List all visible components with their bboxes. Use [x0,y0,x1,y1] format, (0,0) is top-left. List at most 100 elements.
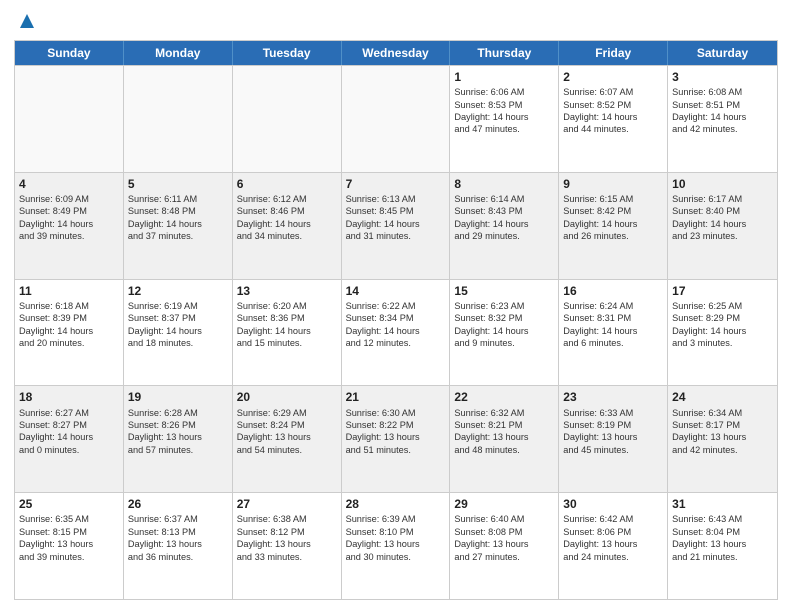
day-header-sunday: Sunday [15,41,124,65]
calendar-header: SundayMondayTuesdayWednesdayThursdayFrid… [15,41,777,65]
calendar-row-5: 25Sunrise: 6:35 AM Sunset: 8:15 PM Dayli… [15,492,777,599]
calendar-cell: 4Sunrise: 6:09 AM Sunset: 8:49 PM Daylig… [15,173,124,279]
day-info: Sunrise: 6:42 AM Sunset: 8:06 PM Dayligh… [563,513,663,563]
calendar-row-1: 1Sunrise: 6:06 AM Sunset: 8:53 PM Daylig… [15,65,777,172]
day-number: 30 [563,496,663,512]
day-number: 10 [672,176,773,192]
calendar: SundayMondayTuesdayWednesdayThursdayFrid… [14,40,778,600]
day-number: 11 [19,283,119,299]
day-info: Sunrise: 6:30 AM Sunset: 8:22 PM Dayligh… [346,407,446,457]
calendar-cell: 12Sunrise: 6:19 AM Sunset: 8:37 PM Dayli… [124,280,233,386]
page-container: SundayMondayTuesdayWednesdayThursdayFrid… [0,0,792,612]
day-header-wednesday: Wednesday [342,41,451,65]
day-number: 21 [346,389,446,405]
calendar-cell: 28Sunrise: 6:39 AM Sunset: 8:10 PM Dayli… [342,493,451,599]
day-number: 31 [672,496,773,512]
calendar-cell: 18 Sunrise: 6:27 AM Sunset: 8:27 PM Dayli… [15,386,124,492]
day-info: Sunrise: 6:34 AM Sunset: 8:17 PM Dayligh… [672,407,773,457]
calendar-cell: 22 Sunrise: 6:32 AM Sunset: 8:21 PM Dayli… [450,386,559,492]
calendar-cell: 30Sunrise: 6:42 AM Sunset: 8:06 PM Dayli… [559,493,668,599]
day-number: 24 [672,389,773,405]
calendar-cell: 20Sunrise: 6:29 AM Sunset: 8:24 PM Dayli… [233,386,342,492]
calendar-cell: 21 Sunrise: 6:30 AM Sunset: 8:22 PM Dayli… [342,386,451,492]
day-number: 23 [563,389,663,405]
day-number: 27 [237,496,337,512]
day-number: 17 [672,283,773,299]
calendar-cell: 13Sunrise: 6:20 AM Sunset: 8:36 PM Dayli… [233,280,342,386]
calendar-row-3: 11Sunrise: 6:18 AM Sunset: 8:39 PM Dayli… [15,279,777,386]
calendar-cell: 17Sunrise: 6:25 AM Sunset: 8:29 PM Dayli… [668,280,777,386]
day-header-saturday: Saturday [668,41,777,65]
page-header [14,12,778,32]
day-header-friday: Friday [559,41,668,65]
calendar-cell: 31Sunrise: 6:43 AM Sunset: 8:04 PM Dayli… [668,493,777,599]
day-info: Sunrise: 6:19 AM Sunset: 8:37 PM Dayligh… [128,300,228,350]
day-number: 28 [346,496,446,512]
calendar-cell: 8Sunrise: 6:14 AM Sunset: 8:43 PM Daylig… [450,173,559,279]
calendar-cell: 7Sunrise: 6:13 AM Sunset: 8:45 PM Daylig… [342,173,451,279]
day-info: Sunrise: 6:32 AM Sunset: 8:21 PM Dayligh… [454,407,554,457]
calendar-row-2: 4Sunrise: 6:09 AM Sunset: 8:49 PM Daylig… [15,172,777,279]
day-number: 7 [346,176,446,192]
day-number: 22 [454,389,554,405]
day-number: 29 [454,496,554,512]
day-info: Sunrise: 6:20 AM Sunset: 8:36 PM Dayligh… [237,300,337,350]
calendar-cell: 1Sunrise: 6:06 AM Sunset: 8:53 PM Daylig… [450,66,559,172]
day-info: Sunrise: 6:22 AM Sunset: 8:34 PM Dayligh… [346,300,446,350]
day-number: 8 [454,176,554,192]
day-number: 25 [19,496,119,512]
calendar-cell: 10Sunrise: 6:17 AM Sunset: 8:40 PM Dayli… [668,173,777,279]
day-number: 1 [454,69,554,85]
calendar-cell: 26Sunrise: 6:37 AM Sunset: 8:13 PM Dayli… [124,493,233,599]
calendar-body: 1Sunrise: 6:06 AM Sunset: 8:53 PM Daylig… [15,65,777,599]
day-number: 14 [346,283,446,299]
day-info: Sunrise: 6:18 AM Sunset: 8:39 PM Dayligh… [19,300,119,350]
calendar-cell [124,66,233,172]
calendar-cell: 11Sunrise: 6:18 AM Sunset: 8:39 PM Dayli… [15,280,124,386]
day-number: 3 [672,69,773,85]
day-info: Sunrise: 6:39 AM Sunset: 8:10 PM Dayligh… [346,513,446,563]
calendar-cell: 3Sunrise: 6:08 AM Sunset: 8:51 PM Daylig… [668,66,777,172]
day-number: 5 [128,176,228,192]
day-info: Sunrise: 6:15 AM Sunset: 8:42 PM Dayligh… [563,193,663,243]
day-header-tuesday: Tuesday [233,41,342,65]
calendar-cell: 25Sunrise: 6:35 AM Sunset: 8:15 PM Dayli… [15,493,124,599]
calendar-cell: 6Sunrise: 6:12 AM Sunset: 8:46 PM Daylig… [233,173,342,279]
day-info: Sunrise: 6:27 AM Sunset: 8:27 PM Dayligh… [19,407,119,457]
calendar-cell [233,66,342,172]
day-info: Sunrise: 6:38 AM Sunset: 8:12 PM Dayligh… [237,513,337,563]
day-info: Sunrise: 6:11 AM Sunset: 8:48 PM Dayligh… [128,193,228,243]
day-number: 19 [128,389,228,405]
day-number: 9 [563,176,663,192]
calendar-cell [15,66,124,172]
calendar-cell: 23Sunrise: 6:33 AM Sunset: 8:19 PM Dayli… [559,386,668,492]
day-info: Sunrise: 6:09 AM Sunset: 8:49 PM Dayligh… [19,193,119,243]
day-number: 18 [19,389,119,405]
day-info: Sunrise: 6:06 AM Sunset: 8:53 PM Dayligh… [454,86,554,136]
day-info: Sunrise: 6:25 AM Sunset: 8:29 PM Dayligh… [672,300,773,350]
day-number: 15 [454,283,554,299]
logo [14,12,38,32]
calendar-cell: 29Sunrise: 6:40 AM Sunset: 8:08 PM Dayli… [450,493,559,599]
day-number: 16 [563,283,663,299]
day-number: 20 [237,389,337,405]
day-number: 26 [128,496,228,512]
calendar-cell: 24 Sunrise: 6:34 AM Sunset: 8:17 PM Dayli… [668,386,777,492]
calendar-cell: 19Sunrise: 6:28 AM Sunset: 8:26 PM Dayli… [124,386,233,492]
day-info: Sunrise: 6:40 AM Sunset: 8:08 PM Dayligh… [454,513,554,563]
day-header-monday: Monday [124,41,233,65]
calendar-cell: 16Sunrise: 6:24 AM Sunset: 8:31 PM Dayli… [559,280,668,386]
calendar-cell: 2Sunrise: 6:07 AM Sunset: 8:52 PM Daylig… [559,66,668,172]
calendar-cell: 14Sunrise: 6:22 AM Sunset: 8:34 PM Dayli… [342,280,451,386]
day-info: Sunrise: 6:08 AM Sunset: 8:51 PM Dayligh… [672,86,773,136]
day-info: Sunrise: 6:37 AM Sunset: 8:13 PM Dayligh… [128,513,228,563]
calendar-cell [342,66,451,172]
day-number: 2 [563,69,663,85]
day-info: Sunrise: 6:43 AM Sunset: 8:04 PM Dayligh… [672,513,773,563]
day-info: Sunrise: 6:23 AM Sunset: 8:32 PM Dayligh… [454,300,554,350]
day-number: 12 [128,283,228,299]
day-info: Sunrise: 6:12 AM Sunset: 8:46 PM Dayligh… [237,193,337,243]
day-info: Sunrise: 6:14 AM Sunset: 8:43 PM Dayligh… [454,193,554,243]
calendar-row-4: 18 Sunrise: 6:27 AM Sunset: 8:27 PM Dayli… [15,385,777,492]
day-info: Sunrise: 6:35 AM Sunset: 8:15 PM Dayligh… [19,513,119,563]
